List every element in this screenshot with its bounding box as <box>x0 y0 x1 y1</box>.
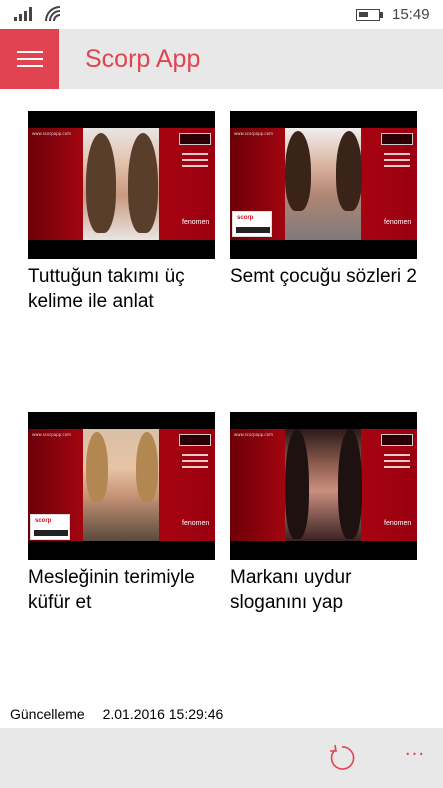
video-thumbnail[interactable]: www.scorpapp.com fenomen <box>28 111 215 259</box>
video-title[interactable]: Tuttuğun takımı üç kelime ile anlat <box>28 264 228 314</box>
wifi-icon <box>45 6 61 22</box>
video-title[interactable]: Markanı uydur sloganını yap <box>230 565 430 615</box>
update-label: Güncelleme <box>10 706 85 722</box>
video-thumbnail[interactable]: www.scorpapp.com scorp fenomen <box>230 111 417 259</box>
app-bar: Scorp App <box>0 29 443 89</box>
menu-button[interactable] <box>0 29 59 89</box>
battery-icon <box>356 9 380 21</box>
hamburger-icon <box>17 51 43 53</box>
signal-strength-icon <box>14 7 36 21</box>
status-time: 15:49 <box>392 6 430 23</box>
app-title: Scorp App <box>85 45 201 73</box>
command-bar: ··· <box>0 728 443 788</box>
more-icon[interactable]: ··· <box>400 744 430 768</box>
refresh-icon[interactable] <box>326 742 358 774</box>
video-thumbnail[interactable]: www.scorpapp.com scorp fenomen <box>28 412 215 560</box>
video-thumbnail[interactable]: www.scorpapp.com fenomen <box>230 412 417 560</box>
update-timestamp: 2.01.2016 15:29:46 <box>102 706 224 722</box>
status-bar: 15:49 <box>0 0 443 29</box>
video-title[interactable]: Semt çocuğu sözleri 2 <box>230 264 430 289</box>
last-update: Güncelleme 2.01.2016 15:29:46 <box>10 706 223 722</box>
video-title[interactable]: Mesleğinin terimiyle küfür et <box>28 565 228 615</box>
